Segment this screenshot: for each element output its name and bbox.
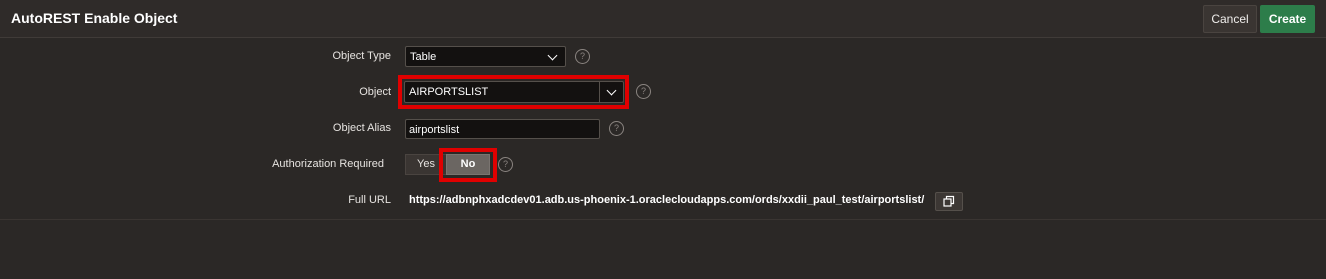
object-alias-input[interactable]: airportslist — [405, 119, 600, 139]
chevron-down-icon[interactable] — [606, 85, 617, 96]
cancel-button[interactable]: Cancel — [1203, 5, 1257, 33]
object-alias-help-icon[interactable]: ? — [609, 121, 624, 136]
object-type-value: Table — [410, 51, 437, 63]
object-label: Object — [359, 86, 391, 98]
object-type-select[interactable]: Table — [405, 46, 566, 67]
full-url-label: Full URL — [348, 194, 391, 206]
create-button[interactable]: Create — [1260, 5, 1315, 33]
select-divider — [599, 82, 600, 102]
object-value: AIRPORTSLIST — [409, 86, 489, 98]
full-url-value: https://adbnphxadcdev01.adb.us-phoenix-1… — [409, 194, 925, 206]
footer-divider — [0, 219, 1326, 220]
authorization-label: Authorization Required — [272, 158, 384, 170]
copy-icon — [943, 195, 955, 207]
dialog-header: AutoREST Enable Object Cancel Create — [0, 0, 1326, 38]
object-help-icon[interactable]: ? — [636, 84, 651, 99]
dialog-title: AutoREST Enable Object — [11, 10, 178, 26]
copy-url-button[interactable] — [935, 192, 963, 211]
object-alias-label: Object Alias — [332, 122, 391, 134]
authorization-help-icon[interactable]: ? — [498, 157, 513, 172]
authorization-no-button[interactable]: No — [446, 154, 490, 175]
object-type-label: Object Type — [332, 50, 392, 62]
chevron-down-icon — [547, 50, 558, 61]
object-type-help-icon[interactable]: ? — [575, 49, 590, 64]
object-select[interactable]: AIRPORTSLIST — [404, 81, 624, 103]
